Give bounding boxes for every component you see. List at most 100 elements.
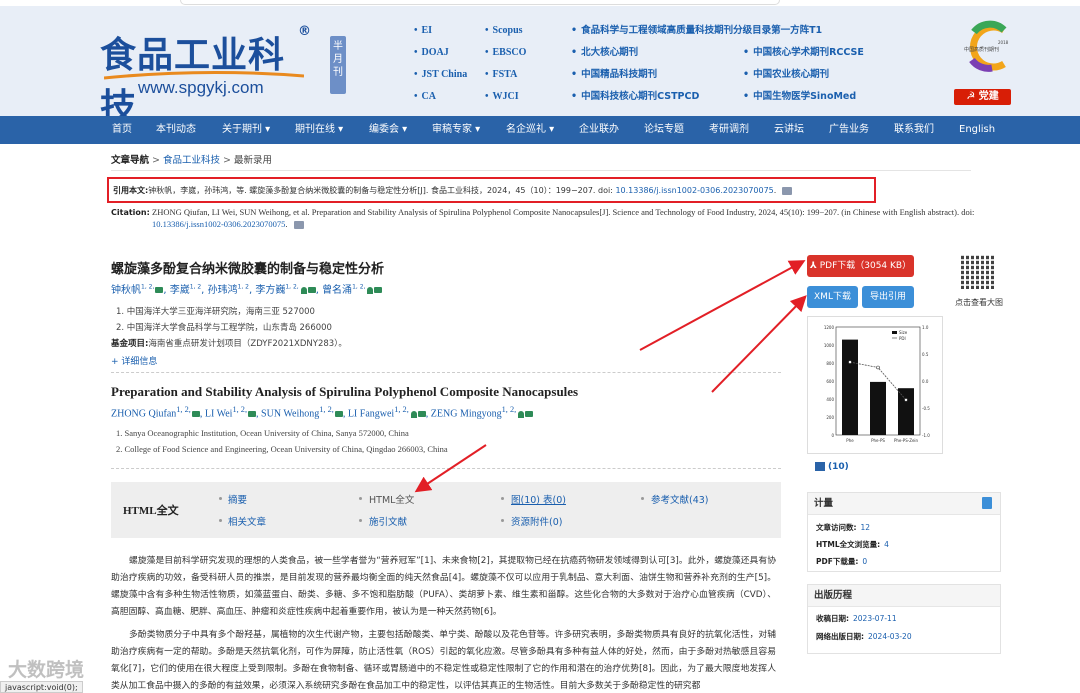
citation-en: Citation: ZHONG Qiufan, LI Wei, SUN Weih… (111, 207, 975, 230)
mail-icon[interactable] (307, 287, 316, 293)
index-item[interactable]: • JST China (414, 68, 467, 90)
figure-thumbnail[interactable]: 1200 1000 800 600 400 200 0 1.0 0.5 0.0 -0.5 -1.0 Ph… (807, 316, 943, 454)
author-link[interactable]: 曾名涌 (322, 285, 352, 296)
detail-info-link[interactable]: + 详细信息 (111, 354, 157, 367)
bullet-icon (641, 497, 644, 500)
person-icon[interactable] (410, 410, 417, 418)
index-item[interactable]: • 中国生物医学SinoMed (743, 90, 864, 112)
nav-item-online[interactable]: 期刊在线 ▾ (295, 116, 343, 144)
author-link[interactable]: 孙玮鸿 (208, 285, 238, 296)
tab-attachments[interactable]: 资源附件(0) (511, 514, 562, 528)
thumb-right-tick: -0.5 (922, 406, 930, 411)
thumb-bar (870, 381, 886, 435)
xml-download-button[interactable]: XML下载 (807, 286, 858, 308)
index-item[interactable]: • DOAJ (414, 46, 467, 68)
author-link[interactable]: LI Wei (205, 408, 233, 419)
excel-export-icon[interactable] (982, 497, 992, 509)
logo-url: www.spgykj.com (138, 78, 264, 97)
author-link[interactable]: 李崴 (170, 285, 190, 296)
nav-item-graduate[interactable]: 考研调剂 (709, 116, 749, 144)
pdf-download-button[interactable]: ⅄ PDF下载（3054 KB） (807, 255, 914, 277)
thumb-pdi-point (876, 365, 880, 370)
author-link[interactable]: LI Fangwei (348, 408, 394, 419)
index-item[interactable]: • 食品科学与工程领域高质量科技期刊分级目录第一方阵T1 (571, 24, 822, 46)
export-citation-button[interactable]: 导出引用 (862, 286, 914, 308)
index-item[interactable]: • CA (414, 90, 467, 112)
tab-citing-articles[interactable]: 施引文献 (369, 514, 407, 528)
party-building-button[interactable]: ☭ 党建 (954, 89, 1011, 105)
main-nav: 首页 本刊动态 关于期刊 ▾ 期刊在线 ▾ 编委会 ▾ 审稿专家 ▾ 名企巡礼 … (0, 116, 1080, 144)
breadcrumb: 文章导航 > 食品工业科技 > 最新录用 (111, 155, 272, 166)
svg-text:中国高质刊期刊: 中国高质刊期刊 (964, 46, 999, 53)
article-title-cn: 螺旋藻多酚复合纳米微胶囊的制备与稳定性分析 (111, 262, 385, 277)
qr-code-icon[interactable] (961, 255, 995, 289)
tabs-label: HTML全文 (123, 505, 179, 517)
nav-item-contact[interactable]: 联系我们 (894, 116, 934, 144)
copy-icon[interactable] (293, 221, 304, 230)
author-link[interactable]: 李方巍 (255, 285, 285, 296)
index-item[interactable]: • EBSCO (485, 46, 526, 68)
cite-cn-doi-link[interactable]: 10.13386/j.issn1002-0306.2023070075 (615, 186, 773, 195)
author-link[interactable]: 钟秋帆 (111, 285, 141, 296)
index-item[interactable]: • EI (414, 24, 467, 46)
nav-item-english[interactable]: English (959, 116, 995, 144)
mail-icon[interactable] (374, 287, 383, 293)
tab-abstract[interactable]: 摘要 (228, 492, 247, 506)
tab-related-articles[interactable]: 相关文章 (228, 514, 266, 528)
nav-item-enterprises[interactable]: 名企巡礼 ▾ (506, 116, 554, 144)
arrow-to-pdf (639, 260, 806, 351)
author-link[interactable]: ZENG Mingyong (431, 408, 502, 419)
index-item[interactable]: • 中国核心学术期刊RCCSE (743, 46, 864, 68)
author-link[interactable]: ZHONG Qiufan (111, 408, 176, 419)
mail-icon[interactable] (155, 287, 164, 293)
copy-icon[interactable] (782, 186, 793, 195)
mail-icon[interactable] (525, 411, 534, 418)
person-icon[interactable] (518, 410, 525, 418)
thumb-bar (898, 388, 914, 435)
figures-link[interactable]: (10) (815, 462, 849, 472)
mail-icon[interactable] (248, 411, 257, 418)
semi-monthly-badge: 半月刊 (330, 36, 346, 94)
nav-item-home[interactable]: 首页 (112, 116, 132, 144)
index-item[interactable]: • 中国农业核心期刊 (743, 68, 864, 90)
nav-item-reviewers[interactable]: 审稿专家 ▾ (432, 116, 480, 144)
person-icon[interactable] (367, 286, 374, 294)
thumb-x-tick: Phe-PS (871, 438, 885, 443)
image-icon (815, 462, 825, 471)
thumb-left-tick: 400 (826, 397, 834, 402)
author-link[interactable]: SUN Weihong (261, 408, 319, 419)
index-item[interactable]: • FSTA (485, 68, 526, 90)
qr-caption: 点击查看大图 (955, 298, 1003, 307)
nav-item-joint[interactable]: 企业联办 (579, 116, 619, 144)
cite-cn-text: 钟秋帆，李崴，孙玮鸿，等. 螺旋藻多酚复合纳米微胶囊的制备与稳定性分析[J]. … (148, 186, 616, 195)
nav-item-editorial-board[interactable]: 编委会 ▾ (369, 116, 407, 144)
nav-item-forum[interactable]: 论坛专题 (644, 116, 684, 144)
person-icon[interactable] (300, 286, 307, 294)
nav-item-about[interactable]: 关于期刊 ▾ (222, 116, 270, 144)
citation-en-doi-link[interactable]: 10.13386/j.issn1002-0306.2023070075 (152, 219, 285, 229)
mail-icon[interactable] (417, 411, 426, 418)
thumb-right-tick: 1.0 (922, 325, 929, 330)
index-item[interactable]: • WJCI (485, 90, 526, 112)
mail-icon[interactable] (334, 411, 343, 418)
thumb-legend-swatch (892, 331, 897, 334)
affiliation-cn: 1. 中国海洋大学三亚海洋研究院，海南三亚 527000 (116, 307, 315, 317)
top-search-bar-edge (180, 0, 780, 5)
nav-item-ads[interactable]: 广告业务 (829, 116, 869, 144)
journal-logo[interactable]: 食品工业科技 ® www.spgykj.com (100, 24, 320, 128)
tab-figures-tables[interactable]: 图(10) 表(0) (511, 492, 566, 506)
nav-item-news[interactable]: 本刊动态 (156, 116, 196, 144)
index-item[interactable]: • Scopus (485, 24, 526, 46)
thumb-left-tick: 0 (831, 433, 834, 438)
mail-icon[interactable] (191, 411, 200, 418)
publication-history-panel: 出版历程 收稿日期: 2023-07-11 网络出版日期: 2024-03-20 (807, 584, 1001, 654)
watermark: 大数跨境 (8, 659, 85, 681)
tab-html-fulltext[interactable]: HTML全文 (369, 492, 414, 506)
thumb-right-tick: 0.0 (922, 379, 929, 384)
breadcrumb-journal-link[interactable]: 食品工业科技 (163, 155, 220, 166)
bullet-icon (219, 497, 222, 500)
browser-status-bar: javascript:void(0); (0, 681, 83, 693)
nav-item-lecture[interactable]: 云讲坛 (774, 116, 804, 144)
tab-references[interactable]: 参考文献(43) (651, 492, 709, 506)
figure-thumbnail-chart: 1200100080060040020001.00.50.0-0.5-1.0Ph… (824, 325, 930, 443)
